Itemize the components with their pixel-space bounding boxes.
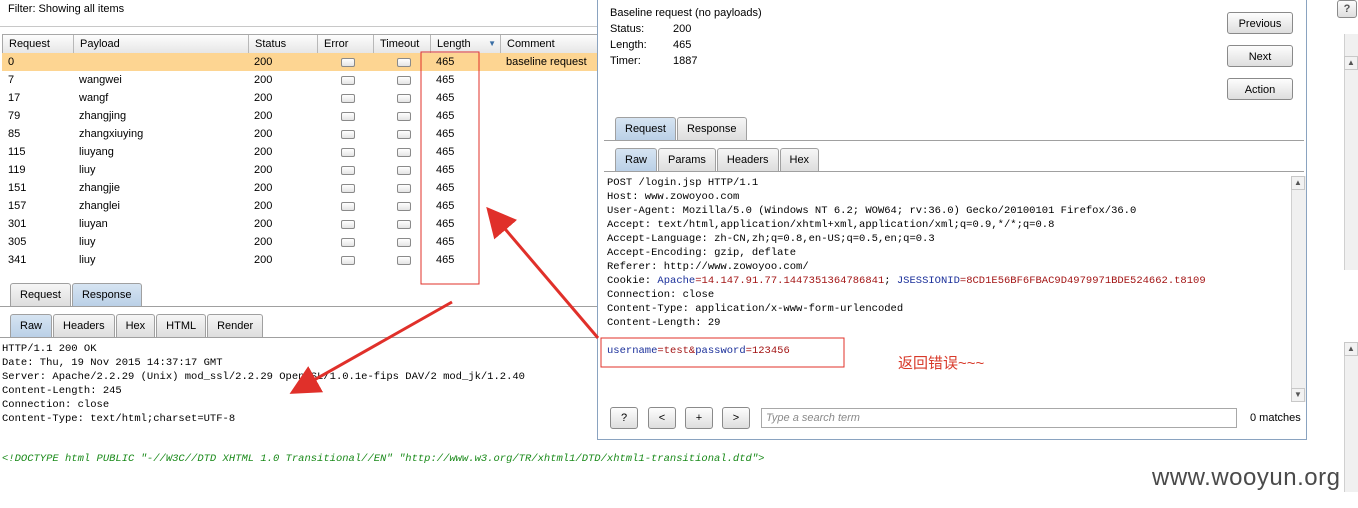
length-highlight-box: [420, 51, 480, 285]
arrow-to-response: [289, 300, 453, 394]
arrow-to-length: [486, 206, 600, 339]
annotation-note: 返回错误~~~: [898, 355, 985, 372]
body-highlight-box: [600, 337, 845, 368]
watermark: www.wooyun.org: [1152, 464, 1341, 491]
annotation-overlay: [289, 51, 845, 394]
